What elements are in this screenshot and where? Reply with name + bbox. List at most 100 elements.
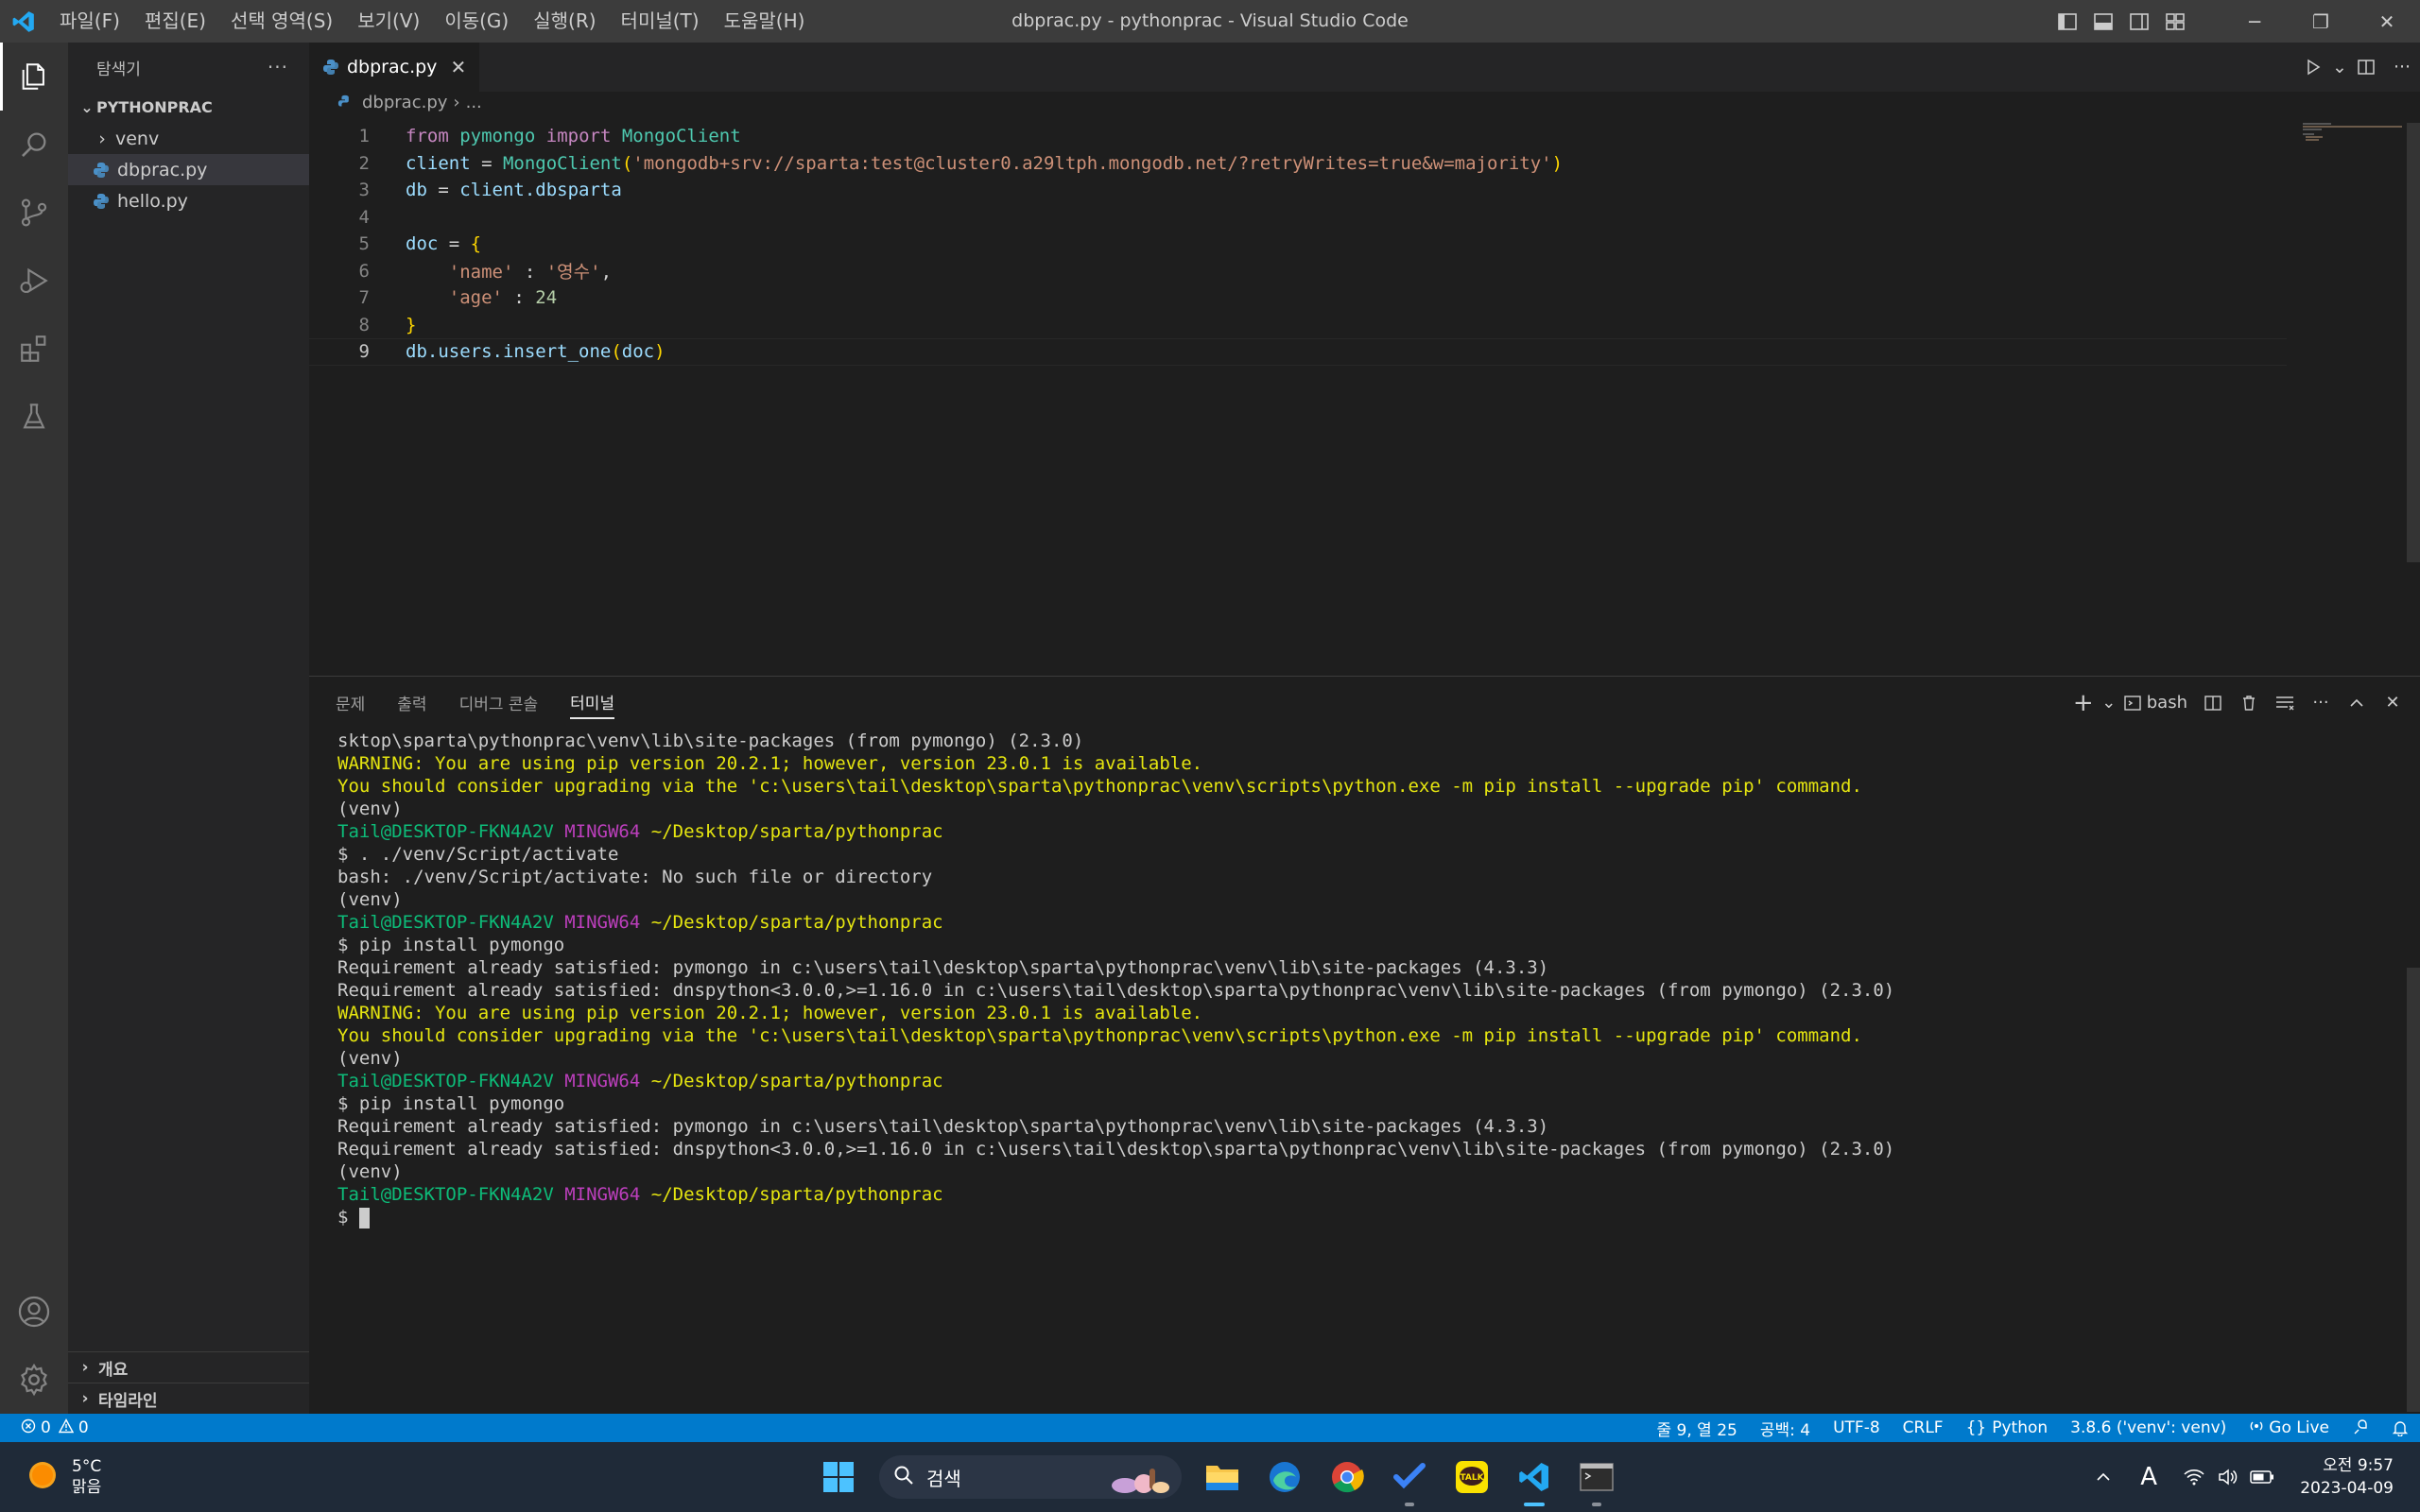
outline-section[interactable]: › 개요	[68, 1351, 309, 1383]
panel-more-icon[interactable]: ···	[2303, 677, 2339, 729]
windows-start-icon[interactable]	[807, 1442, 870, 1512]
run-python-icon[interactable]	[2295, 43, 2331, 92]
tab-terminal[interactable]: 터미널	[570, 687, 615, 719]
tree-folder-venv[interactable]: › venv	[68, 123, 309, 154]
ime-indicator[interactable]: A	[2132, 1442, 2166, 1512]
code-token: db.users.insert_one	[406, 341, 612, 363]
kakaotalk-icon[interactable]: TALK	[1441, 1442, 1503, 1512]
battery-icon[interactable]	[2245, 1442, 2279, 1512]
tab-debug-console[interactable]: 디버그 콘솔	[459, 687, 539, 719]
vscode-taskbar-icon[interactable]	[1503, 1442, 1565, 1512]
breadcrumb-file[interactable]: dbprac.py	[362, 93, 447, 112]
todo-app-icon[interactable]	[1378, 1442, 1441, 1512]
run-debug-icon[interactable]	[0, 247, 68, 315]
maximize-panel-chevron-up-icon[interactable]	[2339, 677, 2375, 729]
new-terminal-plus-icon[interactable]: +	[2066, 677, 2101, 729]
line-number: 4	[358, 206, 370, 228]
terminal-dropdown-chevron-icon[interactable]: ⌄	[2101, 677, 2117, 729]
editor-scrollbar[interactable]	[2407, 123, 2420, 676]
taskbar-search[interactable]: 검색	[879, 1455, 1182, 1499]
go-live-button[interactable]: Go Live	[2238, 1414, 2341, 1442]
run-dropdown-chevron-icon[interactable]: ⌄	[2331, 43, 2348, 92]
minimize-icon[interactable]: ─	[2221, 0, 2288, 43]
terminal-line: sktop\sparta\pythonprac\venv\lib\site-pa…	[337, 730, 1084, 751]
more-actions-icon[interactable]: ···	[268, 56, 288, 78]
error-icon	[21, 1418, 36, 1438]
testing-icon[interactable]	[0, 383, 68, 451]
split-terminal-icon[interactable]	[2195, 677, 2231, 729]
menu-go[interactable]: 이동(G)	[432, 0, 521, 43]
encoding[interactable]: UTF-8	[1822, 1414, 1892, 1442]
explorer-icon[interactable]	[0, 43, 68, 111]
terminal-shell-selector[interactable]: bash	[2117, 677, 2195, 729]
explorer-title: 탐색기	[96, 60, 141, 79]
accounts-icon[interactable]	[0, 1278, 68, 1346]
python-interpreter[interactable]: 3.8.6 ('venv': venv)	[2059, 1414, 2238, 1442]
source-control-icon[interactable]	[0, 179, 68, 247]
search-icon[interactable]	[0, 111, 68, 179]
indentation[interactable]: 공백: 4	[1749, 1414, 1822, 1442]
toggle-panel-icon[interactable]	[2085, 0, 2121, 43]
restore-icon[interactable]: ❐	[2288, 0, 2354, 43]
menu-edit[interactable]: 편집(E)	[132, 0, 218, 43]
svg-text:TALK: TALK	[1460, 1473, 1484, 1483]
clear-list-icon[interactable]	[2267, 677, 2303, 729]
clock[interactable]: 오전 9:57 2023-04-09	[2300, 1454, 2394, 1500]
code-token: pymongo	[459, 126, 536, 147]
wifi-icon[interactable]	[2177, 1442, 2211, 1512]
menu-terminal[interactable]: 터미널(T)	[609, 0, 712, 43]
customize-layout-icon[interactable]	[2157, 0, 2193, 43]
terminal-taskbar-icon[interactable]	[1565, 1442, 1628, 1512]
code-token: 24	[535, 287, 558, 309]
code-line: 4	[309, 204, 2420, 232]
show-hidden-icons-chevron-up-icon[interactable]	[2086, 1442, 2120, 1512]
problems-status[interactable]: 0 0	[0, 1414, 100, 1442]
close-tab-icon[interactable]: ✕	[450, 56, 466, 78]
trash-icon[interactable]	[2231, 677, 2267, 729]
split-editor-icon[interactable]	[2348, 43, 2384, 92]
notifications-bell-icon[interactable]	[2380, 1414, 2420, 1442]
toggle-sidebar-icon[interactable]	[2049, 0, 2085, 43]
terminal-output[interactable]: sktop\sparta\pythonprac\venv\lib\site-pa…	[337, 730, 2389, 1228]
menu-run[interactable]: 실행(R)	[521, 0, 608, 43]
menu-help[interactable]: 도움말(H)	[712, 0, 818, 43]
manage-gear-icon[interactable]	[0, 1346, 68, 1414]
edge-browser-icon[interactable]	[1253, 1442, 1316, 1512]
editor-more-icon[interactable]: ···	[2384, 43, 2420, 92]
line-number: 9	[358, 341, 370, 363]
language-mode[interactable]: {} Python	[1955, 1414, 2060, 1442]
timeline-section[interactable]: › 타임라인	[68, 1383, 309, 1414]
tree-file-hello[interactable]: hello.py	[68, 185, 309, 216]
close-window-icon[interactable]: ✕	[2354, 0, 2420, 43]
menu-selection[interactable]: 선택 영역(S)	[218, 0, 345, 43]
terminal-input-line[interactable]: $	[337, 1206, 2389, 1228]
cursor-position[interactable]: 줄 9, 열 25	[1646, 1414, 1749, 1442]
minimap[interactable]	[2303, 123, 2407, 142]
line-number: 1	[358, 126, 370, 147]
project-section-header[interactable]: ⌄ PYTHONPRAC	[68, 92, 309, 123]
tree-item-label: venv	[115, 128, 160, 149]
file-explorer-icon[interactable]	[1191, 1442, 1253, 1512]
end-of-line[interactable]: CRLF	[1892, 1414, 1955, 1442]
weather-widget[interactable]: 5°C 맑음	[26, 1442, 101, 1512]
editor-tabs: dbprac.py ✕ ⌄ ···	[309, 43, 2420, 92]
terminal-scrollbar[interactable]	[2407, 968, 2420, 1412]
terminal-line: (venv)	[337, 1161, 403, 1182]
menu-view[interactable]: 보기(V)	[345, 0, 432, 43]
code-line: 7 'age' : 24	[309, 284, 2420, 312]
tree-file-dbprac[interactable]: dbprac.py	[68, 154, 309, 185]
toggle-secondary-sidebar-icon[interactable]	[2121, 0, 2157, 43]
extensions-icon[interactable]	[0, 315, 68, 383]
chrome-browser-icon[interactable]	[1316, 1442, 1378, 1512]
code-token: 'name'	[448, 262, 514, 284]
search-icon	[892, 1464, 915, 1491]
tab-dbprac[interactable]: dbprac.py ✕	[309, 43, 480, 92]
feedback-icon[interactable]	[2341, 1414, 2380, 1442]
close-panel-icon[interactable]: ✕	[2375, 677, 2411, 729]
menu-file[interactable]: 파일(F)	[47, 0, 132, 43]
volume-icon[interactable]	[2211, 1442, 2245, 1512]
tab-problems[interactable]: 문제	[336, 687, 365, 719]
tab-output[interactable]: 출력	[397, 687, 426, 719]
code-editor[interactable]: 1 from pymongo import MongoClient 2 clie…	[309, 123, 2420, 366]
breadcrumb-more[interactable]: ...	[466, 93, 482, 112]
